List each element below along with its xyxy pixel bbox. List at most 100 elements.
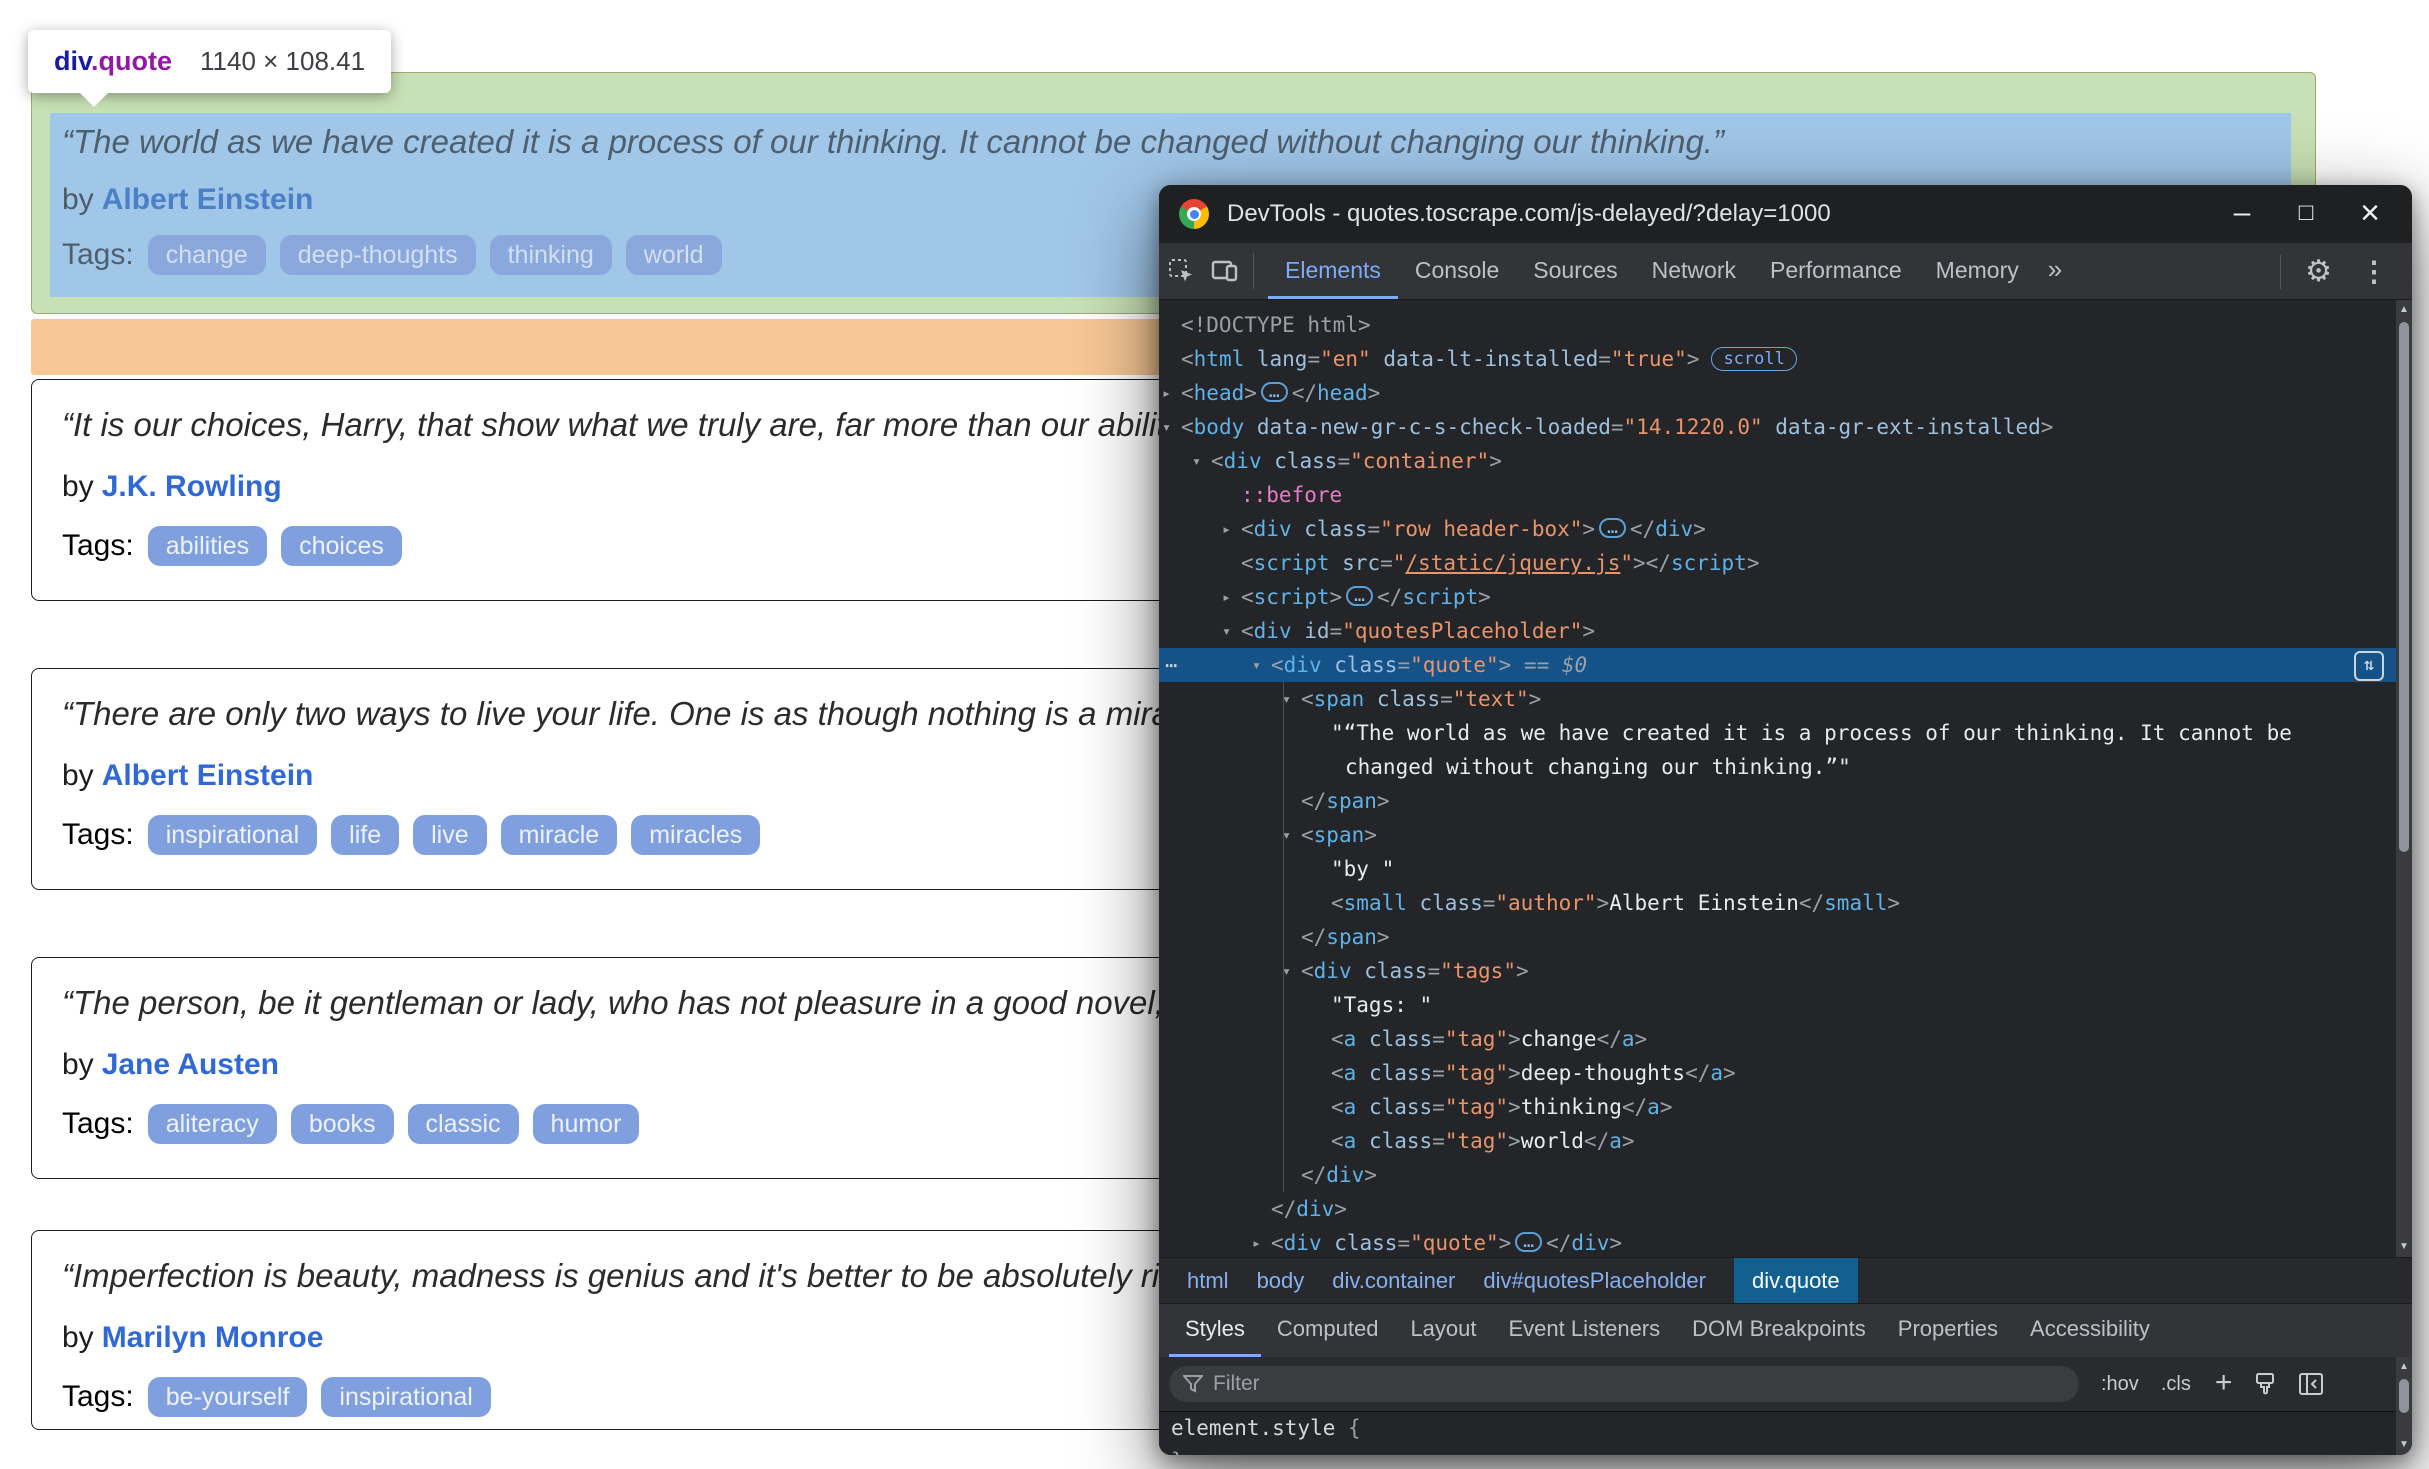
scroll-down-icon[interactable]: ▼ — [2396, 1239, 2412, 1255]
author-link[interactable]: Albert Einstein — [102, 759, 314, 792]
dom-tree-row[interactable]: "“The world as we have created it is a p… — [1159, 716, 2412, 750]
dom-tree-row[interactable]: changed without changing our thinking.”" — [1159, 750, 2412, 784]
dom-tree-row[interactable]: ::before — [1159, 478, 2412, 512]
new-style-rule-button[interactable]: + — [2215, 1366, 2233, 1400]
dom-tree-row[interactable]: ▸<head>…</head> — [1159, 376, 2412, 410]
tag-pill[interactable]: thinking — [490, 235, 612, 275]
expand-arrow-down-icon[interactable]: ▾ — [1162, 410, 1171, 444]
toggle-sidebar-icon[interactable] — [2298, 1372, 2324, 1396]
element-style-rule[interactable]: element.style { — [1159, 1412, 2396, 1445]
tab-memory[interactable]: Memory — [1919, 243, 2036, 299]
tab-properties[interactable]: Properties — [1882, 1304, 2014, 1357]
tag-pill[interactable]: inspirational — [148, 815, 317, 855]
tab-styles[interactable]: Styles — [1169, 1304, 1261, 1357]
rendering-brush-icon[interactable] — [2254, 1372, 2276, 1396]
dom-tree-row[interactable]: </div> — [1159, 1158, 2412, 1192]
scroll-down-icon[interactable]: ▼ — [2396, 1437, 2412, 1453]
tag-pill[interactable]: life — [331, 815, 399, 855]
minimize-button[interactable]: – — [2210, 185, 2274, 243]
dom-tree-row[interactable]: ▾<div class="container"> — [1159, 444, 2412, 478]
dom-tree-row[interactable]: "Tags: " — [1159, 988, 2412, 1022]
tab-event-listeners[interactable]: Event Listeners — [1493, 1304, 1677, 1357]
tab-computed[interactable]: Computed — [1261, 1304, 1395, 1357]
tab-elements[interactable]: Elements — [1268, 243, 1398, 299]
expand-arrow-down-icon[interactable]: ▾ — [1282, 954, 1291, 988]
dom-tree-row[interactable]: </span> — [1159, 920, 2412, 954]
scroll-into-view-icon[interactable]: ⇅ — [2354, 651, 2384, 681]
tag-pill[interactable]: be-yourself — [148, 1377, 308, 1417]
expand-arrow-right-icon[interactable]: ▸ — [1222, 512, 1231, 546]
scrollbar-thumb[interactable] — [2399, 322, 2409, 852]
expand-arrow-down-icon[interactable]: ▾ — [1282, 818, 1291, 852]
dom-tree-row[interactable]: </div> — [1159, 1192, 2412, 1226]
expand-ellipsis-button[interactable]: … — [1599, 518, 1626, 538]
expand-ellipsis-button[interactable]: … — [1261, 382, 1288, 402]
expand-arrow-right-icon[interactable]: ▸ — [1252, 1226, 1261, 1260]
tag-pill[interactable]: inspirational — [321, 1377, 490, 1417]
dom-tree-row[interactable]: "by " — [1159, 852, 2412, 886]
tag-pill[interactable]: world — [626, 235, 722, 275]
dom-tree-row[interactable]: <a class="tag">deep-thoughts</a> — [1159, 1056, 2412, 1090]
toggle-hover-state-button[interactable]: :hov — [2101, 1373, 2139, 1396]
tag-pill[interactable]: live — [413, 815, 487, 855]
breadcrumb-item[interactable]: html — [1187, 1258, 1229, 1303]
author-link[interactable]: Albert Einstein — [102, 183, 314, 216]
dom-tree-row[interactable]: ▾<span class="text"> — [1159, 682, 2412, 716]
dom-tree-row[interactable]: ▸<div class="row header-box">…</div> — [1159, 512, 2412, 546]
toggle-classes-button[interactable]: .cls — [2161, 1373, 2191, 1396]
dom-tree-row[interactable]: </span> — [1159, 784, 2412, 818]
tab-layout[interactable]: Layout — [1394, 1304, 1492, 1357]
dom-tree-row[interactable]: <!DOCTYPE html> — [1159, 308, 2412, 342]
expand-arrow-right-icon[interactable]: ▸ — [1162, 376, 1171, 410]
tab-accessibility[interactable]: Accessibility — [2014, 1304, 2166, 1357]
dom-tree-row[interactable]: <small class="author">Albert Einstein</s… — [1159, 886, 2412, 920]
breadcrumb-item[interactable]: div#quotesPlaceholder — [1483, 1258, 1706, 1303]
dom-tree-row[interactable]: <a class="tag">change</a> — [1159, 1022, 2412, 1056]
dom-tree-row[interactable]: ▾<div class="tags"> — [1159, 954, 2412, 988]
tab-network[interactable]: Network — [1635, 243, 1753, 299]
tag-pill[interactable]: books — [291, 1104, 394, 1144]
author-link[interactable]: Jane Austen — [102, 1048, 279, 1081]
dom-tree-row[interactable]: <a class="tag">thinking</a> — [1159, 1090, 2412, 1124]
author-link[interactable]: Marilyn Monroe — [102, 1321, 324, 1354]
tag-pill[interactable]: change — [148, 235, 266, 275]
scroll-up-icon[interactable]: ▲ — [2396, 1359, 2412, 1375]
scrollbar-thumb[interactable] — [2399, 1379, 2409, 1413]
dom-tree-row[interactable]: ▾<span> — [1159, 818, 2412, 852]
dom-tree-row[interactable]: ▾<div id="quotesPlaceholder"> — [1159, 614, 2412, 648]
tag-pill[interactable]: abilities — [148, 526, 267, 566]
expand-arrow-right-icon[interactable]: ▸ — [1222, 580, 1231, 614]
inspect-element-icon[interactable] — [1159, 243, 1203, 299]
dom-tree-row[interactable]: <html lang="en" data-lt-installed="true"… — [1159, 342, 2412, 376]
dom-tree-row[interactable]: ▸<div class="quote">…</div> — [1159, 1226, 2412, 1260]
tag-pill[interactable]: aliteracy — [148, 1104, 277, 1144]
dom-tree-row[interactable]: ▸<script>…</script> — [1159, 580, 2412, 614]
expand-arrow-down-icon[interactable]: ▾ — [1192, 444, 1201, 478]
device-toolbar-icon[interactable] — [1203, 243, 1247, 299]
scroll-up-icon[interactable]: ▲ — [2396, 302, 2412, 318]
tag-pill[interactable]: miracle — [501, 815, 618, 855]
tab-dom-breakpoints[interactable]: DOM Breakpoints — [1676, 1304, 1882, 1357]
close-button[interactable]: × — [2338, 185, 2402, 243]
expand-arrow-down-icon[interactable]: ▾ — [1252, 648, 1261, 682]
dom-tree-row[interactable]: <a class="tag">world</a> — [1159, 1124, 2412, 1158]
expand-arrow-down-icon[interactable]: ▾ — [1282, 682, 1291, 716]
kebab-menu-icon[interactable]: ⋮ — [2348, 255, 2400, 288]
tab-sources[interactable]: Sources — [1516, 243, 1634, 299]
expand-arrow-down-icon[interactable]: ▾ — [1222, 614, 1231, 648]
tag-pill[interactable]: humor — [533, 1104, 640, 1144]
tab-console[interactable]: Console — [1398, 243, 1516, 299]
dom-tree-scrollbar[interactable]: ▲ ▼ — [2396, 300, 2412, 1257]
expand-ellipsis-button[interactable]: … — [1515, 1232, 1542, 1252]
author-link[interactable]: J.K. Rowling — [102, 470, 282, 503]
row-actions-dots-icon[interactable]: ⋯ — [1165, 648, 1178, 682]
tag-pill[interactable]: miracles — [631, 815, 760, 855]
breadcrumb-item[interactable]: body — [1257, 1258, 1305, 1303]
dom-tree-row[interactable]: ▾<body data-new-gr-c-s-check-loaded="14.… — [1159, 410, 2412, 444]
dom-tree-row[interactable]: ⋯▾<div class="quote"> == $0⇅ — [1159, 648, 2412, 682]
maximize-button[interactable]: □ — [2274, 185, 2338, 243]
tag-pill[interactable]: choices — [281, 526, 402, 566]
styles-pane-scrollbar[interactable]: ▲ ▼ — [2396, 1357, 2412, 1455]
settings-gear-icon[interactable]: ⚙ — [2289, 254, 2348, 289]
dom-tree-row[interactable]: <script src="/static/jquery.js"></script… — [1159, 546, 2412, 580]
